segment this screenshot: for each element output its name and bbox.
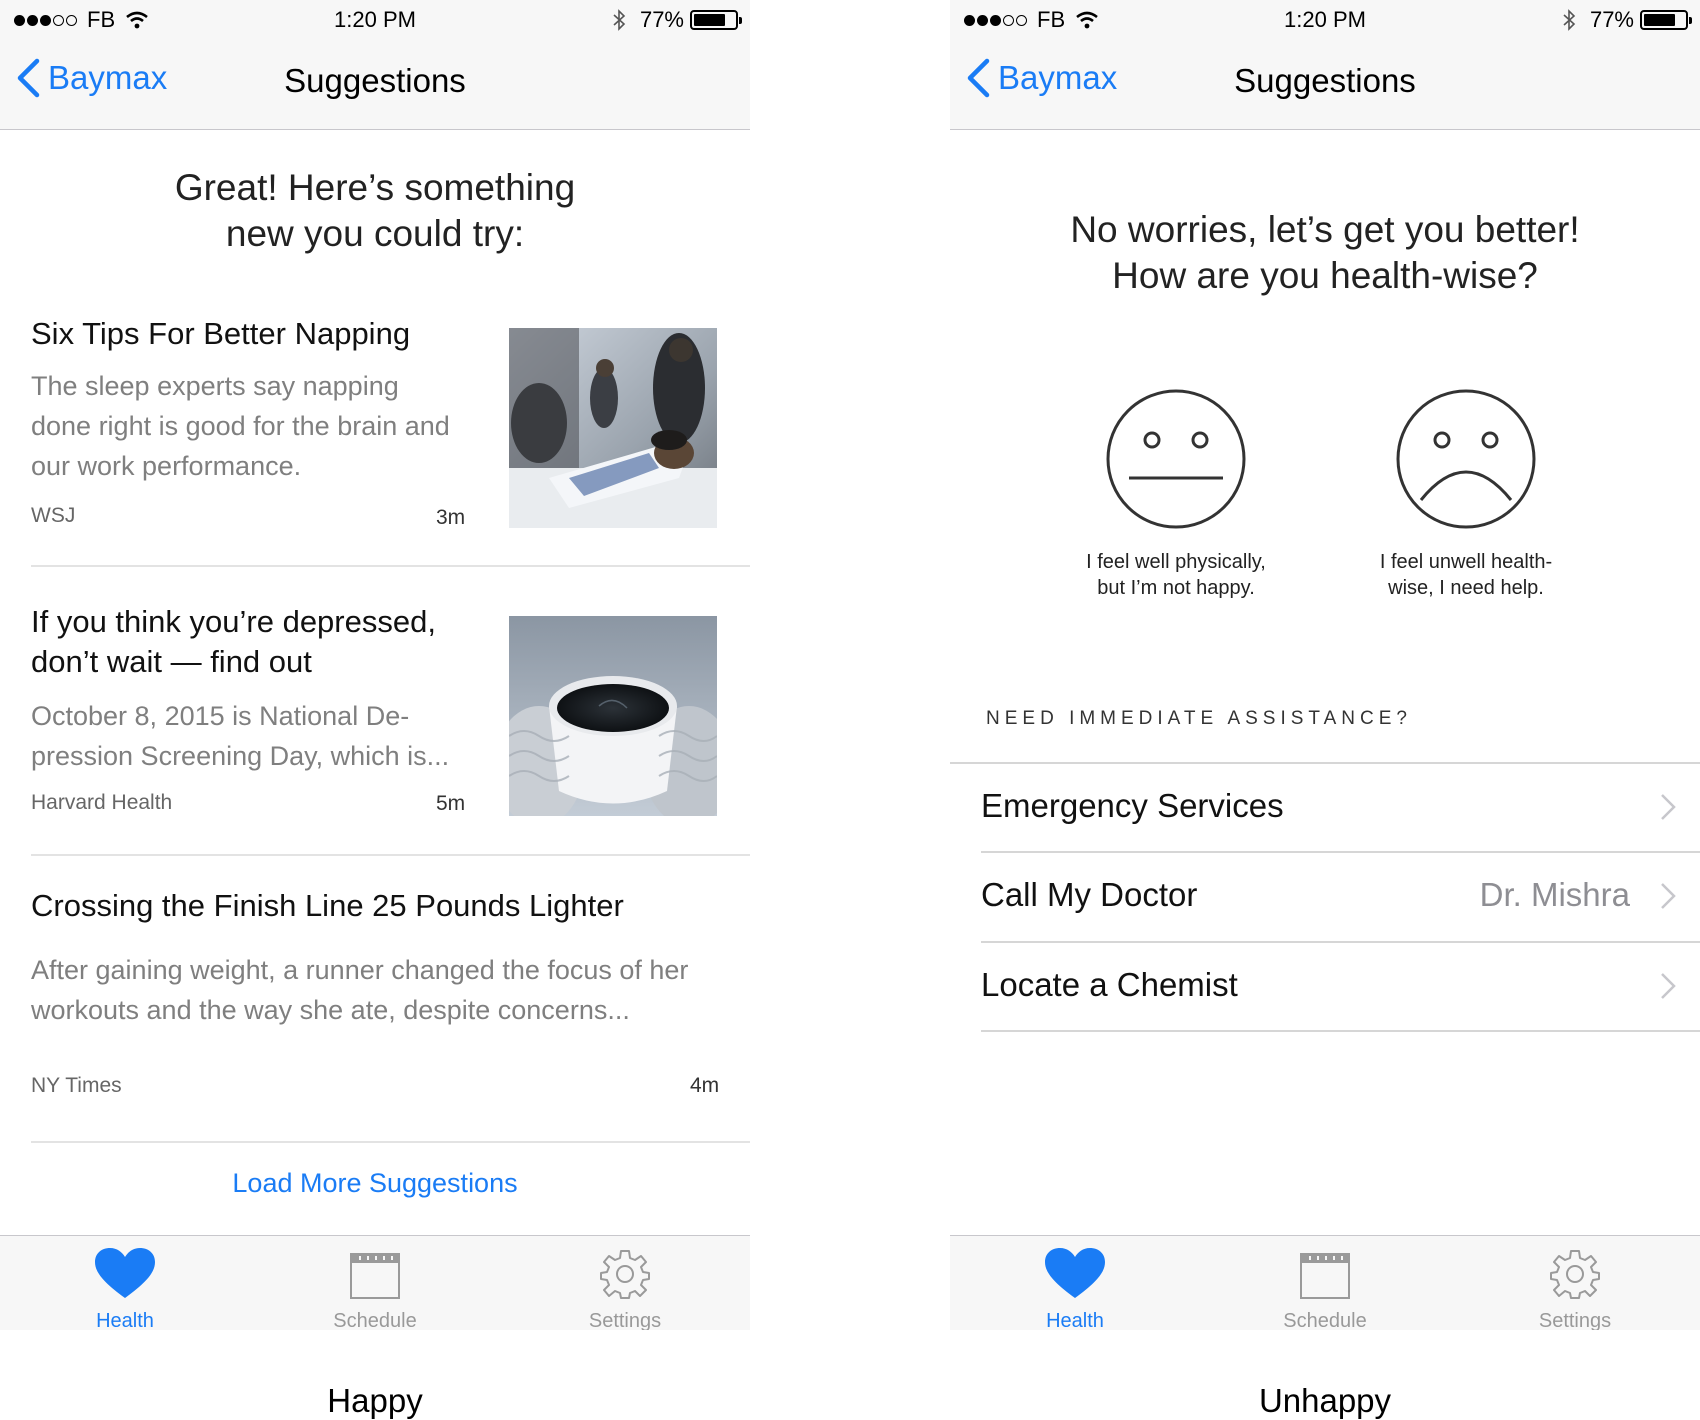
article-card[interactable]: Crossing the Finish Line 25 Pounds Light…	[31, 884, 750, 1124]
description-line: workouts and the way she ate, despite co…	[31, 995, 630, 1025]
gear-icon	[600, 1250, 650, 1299]
tab-label: Schedule	[333, 1310, 417, 1330]
bluetooth-icon	[1563, 9, 1576, 31]
navigation-bar: Baymax Suggestions	[0, 40, 750, 130]
article-source: NY Times	[31, 1074, 122, 1097]
navigation-bar: Baymax Suggestions	[950, 40, 1700, 130]
title-line: If you think you’re depressed,	[31, 604, 436, 639]
row-locate-chemist[interactable]: Locate a Chemist	[950, 942, 1700, 1032]
tab-bar: Health Schedule Settings	[950, 1235, 1700, 1330]
load-more-button[interactable]: Load More Suggestions	[0, 1168, 750, 1199]
battery-icon	[690, 10, 742, 30]
battery-level	[1644, 14, 1675, 26]
screen-caption: Happy	[327, 1382, 423, 1419]
headline-line: Great! Here’s something	[174, 167, 576, 208]
description-line: done right is good for the brain and	[31, 411, 450, 441]
page-title: Suggestions	[284, 62, 466, 99]
chevron-right-icon	[1661, 973, 1676, 999]
tab-settings[interactable]: Settings	[1450, 1236, 1700, 1330]
option-label: I feel well physically, but I’m not happ…	[1076, 549, 1276, 601]
health-question-headline: No worries, let’s get you better! How ar…	[950, 207, 1700, 299]
doctor-name: Dr. Mishra	[1479, 876, 1630, 913]
coffee-cup-photo	[509, 616, 717, 816]
tab-health[interactable]: Health	[0, 1236, 250, 1330]
suggestions-headline: Great! Here’s something new you could tr…	[0, 165, 750, 257]
status-bar: FB 1:20 PM 77%	[0, 0, 750, 40]
calendar-icon	[350, 1253, 400, 1299]
divider	[31, 1141, 750, 1143]
article-description: October 8, 2015 is National De- pression…	[31, 696, 449, 776]
tab-settings[interactable]: Settings	[500, 1236, 750, 1330]
screen-caption: Unhappy	[1258, 1382, 1392, 1419]
unhappy-screen: FB 1:20 PM 77% Baymax Suggestions No wor…	[950, 0, 1700, 1330]
tab-health[interactable]: Health	[950, 1236, 1200, 1330]
article-read-time: 4m	[690, 1074, 720, 1097]
headline-line: How are you health-wise?	[1112, 255, 1538, 296]
article-read-time: 3m	[436, 506, 466, 529]
article-read-time: 5m	[436, 792, 466, 815]
chevron-right-icon	[1661, 794, 1676, 820]
article-thumbnail	[509, 616, 717, 816]
tab-label: Health	[1046, 1310, 1104, 1330]
option-not-happy[interactable]: I feel well physically, but I’m not happ…	[1076, 388, 1276, 601]
article-thumbnail	[509, 328, 717, 528]
tab-label: Settings	[588, 1310, 662, 1330]
description-line: October 8, 2015 is National De-	[31, 701, 410, 731]
article-title: If you think you’re depressed, don’t wai…	[31, 602, 436, 682]
row-label: Locate a Chemist	[981, 966, 1238, 1003]
article-source: WSJ	[31, 504, 76, 527]
article-source: Harvard Health	[31, 791, 173, 814]
heart-icon	[1045, 1248, 1105, 1298]
row-label: Call My Doctor	[981, 876, 1198, 913]
row-emergency-services[interactable]: Emergency Services	[950, 763, 1700, 853]
page-title: Suggestions	[1234, 62, 1416, 99]
tab-label: Settings	[1538, 1310, 1612, 1330]
status-bar: FB 1:20 PM 77%	[950, 0, 1700, 40]
row-label: Emergency Services	[981, 787, 1284, 824]
section-header: NEED IMMEDIATE ASSISTANCE?	[986, 708, 1412, 729]
bluetooth-icon	[613, 9, 626, 31]
happy-screen: FB 1:20 PM 77% Baymax Suggestions Great!…	[0, 0, 750, 1330]
article-description: The sleep experts say napping done right…	[31, 366, 450, 486]
tab-schedule[interactable]: Schedule	[1200, 1236, 1450, 1330]
option-label: I feel unwell health- wise, I need help.	[1366, 549, 1566, 601]
neutral-face-icon	[1106, 389, 1246, 529]
divider	[31, 565, 750, 567]
battery-icon	[1640, 10, 1692, 30]
title-line: don’t wait — find out	[31, 644, 312, 679]
description-line: After gaining weight, a runner changed t…	[31, 955, 689, 985]
article-title: Six Tips For Better Napping	[31, 316, 411, 351]
description-line: our work performance.	[31, 451, 302, 481]
battery-percent: 77%	[639, 7, 684, 32]
gear-icon	[1550, 1250, 1600, 1299]
headline-line: new you could try:	[225, 213, 525, 254]
divider	[981, 1030, 1700, 1032]
calendar-icon	[1300, 1253, 1350, 1299]
label-line: wise, I need help.	[1388, 577, 1544, 599]
tab-label: Schedule	[1283, 1310, 1367, 1330]
label-line: I feel well physically,	[1086, 551, 1266, 573]
row-call-my-doctor[interactable]: Call My Doctor Dr. Mishra	[950, 852, 1700, 942]
divider	[31, 854, 750, 856]
heart-icon	[95, 1248, 155, 1298]
article-card[interactable]: Six Tips For Better Napping The sleep ex…	[31, 308, 750, 538]
description-line: pression Screening Day, which is...	[31, 741, 450, 771]
battery-percent: 77%	[1589, 7, 1634, 32]
tab-label: Health	[96, 1310, 154, 1330]
article-title: Crossing the Finish Line 25 Pounds Light…	[31, 888, 624, 923]
article-card[interactable]: If you think you’re depressed, don’t wai…	[31, 598, 750, 828]
headline-line: No worries, let’s get you better!	[1070, 209, 1580, 250]
battery-level	[694, 14, 725, 26]
label-line: I feel unwell health-	[1379, 551, 1553, 573]
tab-schedule[interactable]: Schedule	[250, 1236, 500, 1330]
description-line: The sleep experts say napping	[31, 371, 399, 401]
option-need-help[interactable]: I feel unwell health- wise, I need help.	[1366, 388, 1566, 601]
label-line: but I’m not happy.	[1097, 577, 1255, 599]
sad-face-icon	[1396, 389, 1536, 529]
article-description: After gaining weight, a runner changed t…	[31, 950, 688, 1030]
chevron-right-icon	[1661, 883, 1676, 909]
tab-bar: Health Schedule Settings	[0, 1235, 750, 1330]
person-napping-photo	[509, 328, 717, 528]
